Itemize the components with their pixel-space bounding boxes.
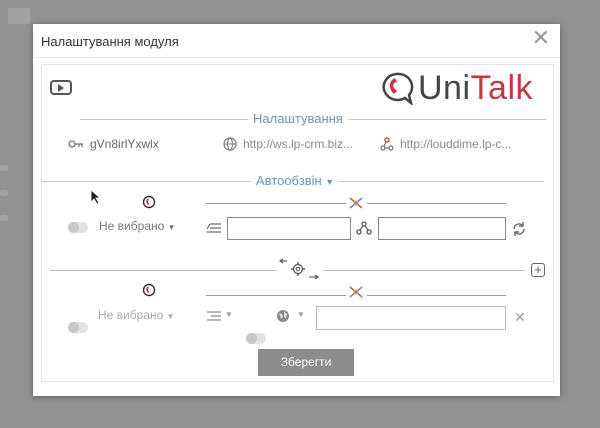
row2-dropdown[interactable]: Не вибрано ▼	[98, 308, 175, 322]
crm-url-value: http://ws.lp-crm.biz...	[243, 137, 354, 151]
cross-colored-icon	[349, 286, 363, 298]
logo-text-talk: Talk	[470, 68, 533, 107]
background-text	[0, 190, 8, 196]
key-icon	[68, 140, 83, 148]
autodial-section-toggle[interactable]: Автообзвін ▼	[251, 173, 340, 188]
row1-left-line	[206, 203, 346, 204]
add-row-button[interactable]: +	[531, 263, 545, 277]
webhook-icon	[380, 137, 394, 151]
autodial-toggle[interactable]	[68, 222, 88, 233]
autodial-dropdown-label: Не вибрано	[99, 219, 165, 233]
phone-icon	[142, 283, 156, 297]
logo-text-uni: Uni	[418, 68, 471, 107]
modal-title: Налаштування модуля	[41, 34, 179, 49]
row1-right-line	[367, 203, 506, 204]
api-key-item: gVn8irlYxwlx	[68, 137, 159, 151]
modal-content: Uni Talk Налаштування gVn8irlYxwlx http:/…	[41, 64, 554, 382]
api-key-value: gVn8irlYxwlx	[90, 137, 159, 151]
youtube-icon[interactable]	[50, 80, 72, 95]
autodial-section-title: Автообзвін	[256, 173, 322, 188]
row2-right-line	[367, 295, 506, 296]
row2-toggle[interactable]	[68, 322, 88, 333]
settings-section-title: Налаштування	[248, 111, 348, 126]
chevron-down-icon: ▼	[325, 177, 335, 187]
autodial-dropdown[interactable]: Не вибрано ▼	[99, 219, 176, 233]
webhook-url-value: http://louddime.lp-c...	[400, 137, 512, 151]
save-button[interactable]: Зберегти	[258, 349, 354, 376]
module-settings-modal: Налаштування модуля ✕ Uni Talk Налаштуван…	[33, 24, 560, 396]
globe-icon[interactable]	[276, 309, 290, 323]
phone-icon	[142, 195, 156, 209]
background-icon	[8, 8, 30, 24]
modal-header-divider	[33, 57, 560, 58]
row2-input[interactable]	[316, 306, 506, 330]
row2-toggle-2[interactable]	[246, 333, 266, 344]
branch-icon[interactable]	[356, 221, 372, 235]
row2-dropdown-label: Не вибрано	[98, 308, 164, 322]
mouse-cursor-icon	[90, 189, 102, 205]
refresh-icon[interactable]	[511, 221, 527, 237]
phone-bubble-logo-icon	[382, 72, 414, 105]
autodial-input-2[interactable]	[378, 217, 506, 240]
list-icon[interactable]	[206, 222, 222, 234]
list-icon[interactable]	[206, 310, 222, 322]
divider-right-line	[324, 270, 524, 271]
unitalk-logo: Uni Talk	[378, 68, 533, 108]
divider-left-line	[50, 270, 276, 271]
chevron-down-icon: ▼	[166, 312, 175, 321]
autodial-input-1[interactable]	[227, 217, 351, 240]
background-text	[0, 165, 8, 171]
row2-left-line	[206, 295, 346, 296]
cross-colored-icon	[349, 197, 363, 209]
crm-url-item: http://ws.lp-crm.biz...	[223, 137, 353, 151]
gear-arrows-icon[interactable]	[277, 258, 321, 280]
chevron-down-icon: ▼	[167, 223, 176, 232]
remove-row-icon[interactable]: ✕	[514, 309, 526, 326]
globe-icon	[223, 137, 237, 151]
close-icon[interactable]: ✕	[532, 27, 550, 49]
background-text	[0, 215, 8, 221]
chevron-down-icon[interactable]: ▼	[225, 310, 233, 319]
chevron-down-icon[interactable]: ▼	[297, 310, 305, 319]
webhook-url-item: http://louddime.lp-c...	[380, 137, 511, 151]
